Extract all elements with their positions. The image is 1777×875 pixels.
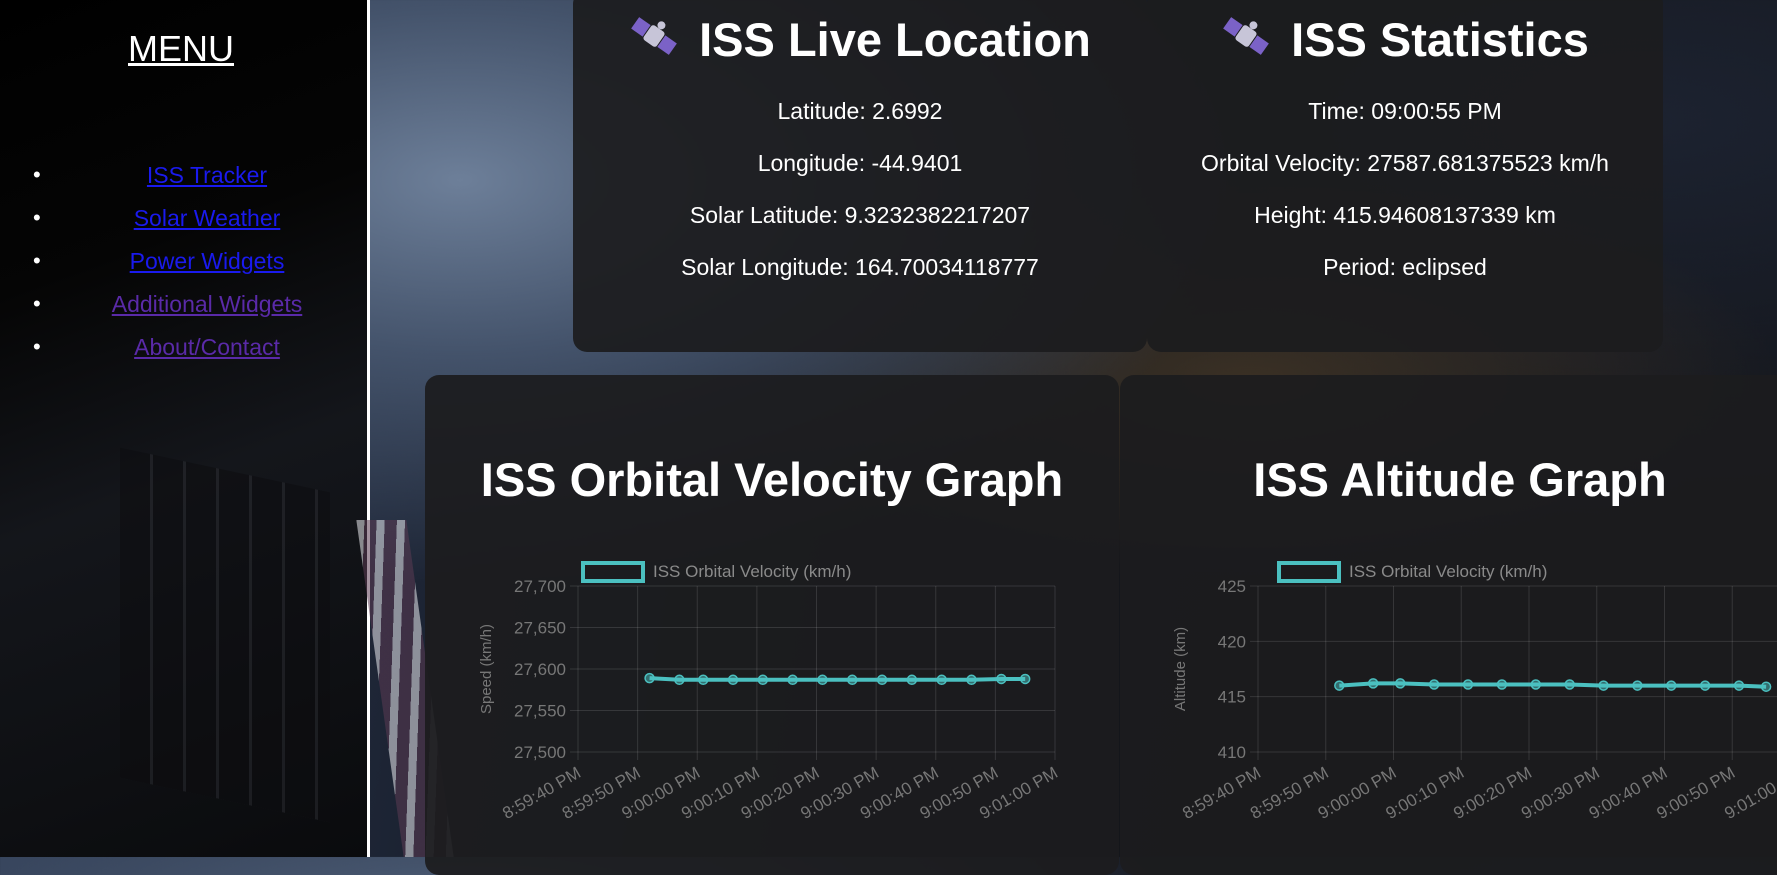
data-point xyxy=(1733,680,1745,691)
nav-item-solar-weather: Solar Weather xyxy=(0,205,362,248)
menu-title: MENU xyxy=(128,28,234,69)
data-point xyxy=(697,674,709,686)
nav-link-additional-widgets[interactable]: Additional Widgets xyxy=(60,291,303,317)
nav-item-additional-widgets: Additional Widgets xyxy=(0,291,362,334)
y-tick-label: 420 xyxy=(1218,632,1246,651)
legend-label: ISS Orbital Velocity (km/h) xyxy=(1349,562,1547,581)
y-tick-label: 27,500 xyxy=(514,743,566,762)
data-point xyxy=(787,674,798,686)
altitude-chart[interactable]: ISS Orbital Velocity (km/h) 425 420 415 410 A… xyxy=(1120,545,1777,875)
altitude-graph-card: ISS Altitude Graph ISS Orbital Velocity … xyxy=(1120,375,1777,875)
y-tick-label: 27,550 xyxy=(514,702,566,721)
stats-card-header: ISS Statistics xyxy=(1147,12,1663,67)
solar-latitude-value: Solar Latitude: 9.3232382217207 xyxy=(689,202,1031,228)
data-point xyxy=(1496,679,1508,690)
data-point xyxy=(1019,673,1031,685)
data-point xyxy=(1699,680,1711,691)
data-point xyxy=(876,674,888,686)
solar-panel-backdrop xyxy=(120,447,330,823)
stats-card: ISS Statistics Time: 09:00:55 PM Orbital… xyxy=(1147,0,1663,352)
orbital-velocity-value: Orbital Velocity: 27587.681375523 km/h xyxy=(1201,150,1609,176)
data-point xyxy=(757,674,769,686)
sidebar-nav: ISS Tracker Solar Weather Power Widgets … xyxy=(0,162,362,377)
location-card-header: ISS Live Location xyxy=(573,12,1147,67)
data-point xyxy=(1462,679,1474,690)
nav-item-about-contact: About/Contact xyxy=(0,334,362,377)
data-point xyxy=(906,674,918,686)
data-point xyxy=(847,674,858,686)
legend-swatch xyxy=(581,561,645,583)
y-tick-label: 410 xyxy=(1218,743,1246,762)
satellite-icon xyxy=(631,17,677,55)
stats-card-title: ISS Statistics xyxy=(1291,13,1589,66)
y-tick-label: 415 xyxy=(1218,688,1246,707)
data-point xyxy=(1428,679,1440,690)
velocity-graph-title: ISS Orbital Velocity Graph xyxy=(480,453,1064,506)
nav-item-power-widgets: Power Widgets xyxy=(0,248,362,291)
sidebar: MENU ISS Tracker Solar Weather Power Wid… xyxy=(0,0,370,857)
nav-link-iss-tracker[interactable]: ISS Tracker xyxy=(95,162,267,188)
latitude-value: Latitude: 2.6992 xyxy=(777,98,943,124)
data-point xyxy=(1564,679,1575,690)
y-axis-label: Speed (km/h) xyxy=(478,624,495,714)
data-point xyxy=(817,674,828,686)
y-axis-label: Altitude (km) xyxy=(1172,627,1189,711)
data-point xyxy=(1760,681,1772,692)
nav-link-about-contact[interactable]: About/Contact xyxy=(82,334,280,360)
legend-swatch xyxy=(1277,561,1341,583)
legend-label: ISS Orbital Velocity (km/h) xyxy=(653,562,851,581)
data-point xyxy=(1632,680,1643,691)
data-point xyxy=(674,674,685,686)
data-point xyxy=(936,674,947,686)
location-card-title: ISS Live Location xyxy=(699,13,1091,66)
data-point xyxy=(1666,680,1677,691)
nav-link-solar-weather[interactable]: Solar Weather xyxy=(82,205,281,231)
data-point xyxy=(1530,679,1542,690)
solar-longitude-value: Solar Longitude: 164.70034118777 xyxy=(681,254,1039,280)
y-tick-label: 27,700 xyxy=(514,577,566,596)
data-point xyxy=(1334,680,1345,691)
data-point xyxy=(1598,680,1609,691)
time-value: Time: 09:00:55 PM xyxy=(1308,98,1502,124)
y-tick-label: 27,600 xyxy=(514,660,566,679)
nav-item-iss-tracker: ISS Tracker xyxy=(0,162,362,205)
data-point xyxy=(996,673,1007,685)
data-point xyxy=(1395,678,1406,689)
data-point xyxy=(644,672,655,684)
satellite-icon xyxy=(1223,17,1269,55)
period-value: Period: eclipsed xyxy=(1323,254,1487,280)
data-point xyxy=(1367,678,1379,689)
y-tick-label: 425 xyxy=(1218,577,1246,596)
velocity-graph-card: ISS Orbital Velocity Graph ISS Orbital V… xyxy=(425,375,1119,875)
height-value: Height: 415.94608137339 km xyxy=(1254,202,1556,228)
nav-link-power-widgets[interactable]: Power Widgets xyxy=(78,248,285,274)
altitude-graph-title: ISS Altitude Graph xyxy=(1253,453,1667,506)
data-point xyxy=(966,674,977,686)
longitude-value: Longitude: -44.9401 xyxy=(757,150,963,176)
y-tick-label: 27,650 xyxy=(514,619,566,638)
data-point xyxy=(727,674,739,686)
location-card: ISS Live Location Latitude: 2.6992 Longi… xyxy=(573,0,1147,352)
velocity-chart[interactable]: ISS Orbital Velocity (km/h) 27,700 27,650 2… xyxy=(425,545,1119,875)
